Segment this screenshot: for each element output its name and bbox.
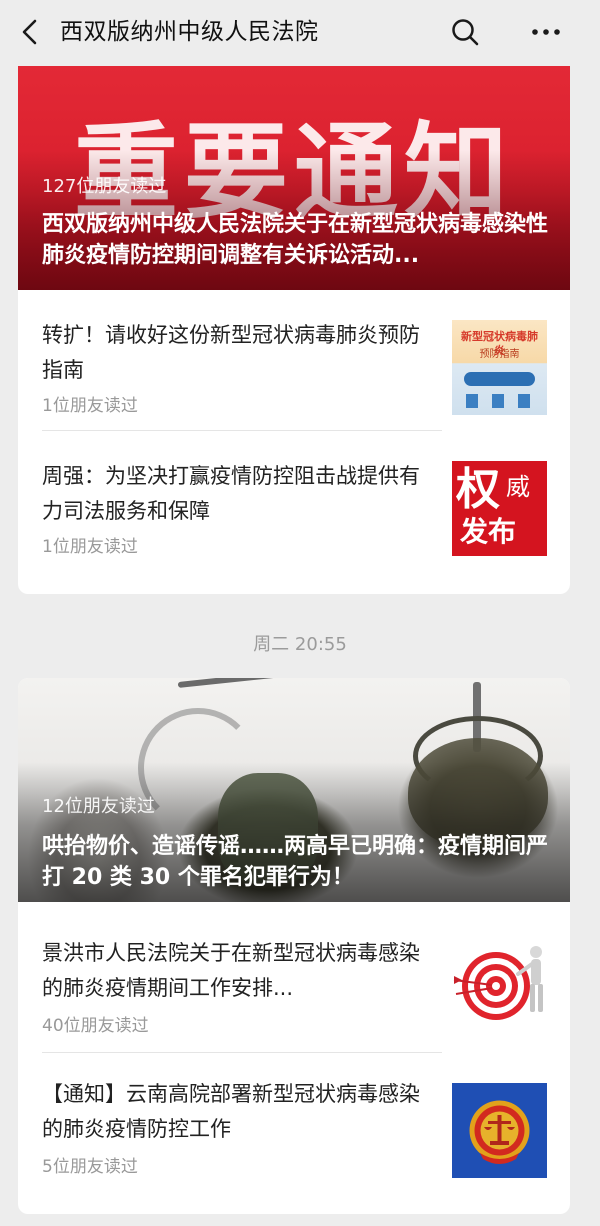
article-title: 周强：为坚决打赢疫情防控阻击战提供有力司法服务和保障 — [42, 464, 420, 523]
article-thumbnail — [452, 1083, 547, 1178]
item-divider — [42, 430, 442, 431]
article-title: 【通知】云南高院部署新型冠状病毒感染的肺炎疫情防控工作 — [42, 1082, 420, 1141]
cover-title: 西双版纳州中级人民法院关于在新型冠状病毒感染性肺炎疫情防控期间调整有关诉讼活动.… — [42, 212, 549, 268]
thumb-char-wei: 威 — [506, 473, 530, 501]
article-card: 12位朋友读过 哄抬物价、造谣传谣……两高早已明确：疫情期间严打 20 类 30… — [18, 678, 570, 1214]
article-title: 景洪市人民法院关于在新型冠状病毒感染的肺炎疫情期间工作安排... — [42, 941, 420, 1000]
chevron-left-icon — [22, 19, 37, 45]
item-divider — [42, 1052, 442, 1053]
target-arrow-icon — [453, 946, 543, 1020]
top-bar: 西双版纳州中级人民法院 — [0, 0, 600, 64]
article-thumbnail: 新型冠状病毒肺炎 预防指南 — [452, 320, 547, 415]
cover-read-count: 127位朋友读过 — [42, 176, 167, 197]
article-thumbnail — [452, 938, 547, 1033]
search-icon — [452, 19, 479, 46]
cover-article[interactable]: 重要通知 127位朋友读过 西双版纳州中级人民法院关于在新型冠状病毒感染性肺炎疫… — [18, 66, 570, 290]
court-emblem-icon — [469, 1100, 530, 1164]
cover-photo-shape — [177, 678, 507, 688]
search-button[interactable] — [445, 12, 485, 52]
article-read-count: 1位朋友读过 — [42, 396, 138, 416]
thumb-char-quan: 权 — [456, 464, 500, 515]
cover-article[interactable]: 12位朋友读过 哄抬物价、造谣传谣……两高早已明确：疫情期间严打 20 类 30… — [18, 678, 570, 902]
article-read-count: 5位朋友读过 — [42, 1157, 138, 1177]
article-read-count: 1位朋友读过 — [42, 537, 138, 557]
thumb-text-fabu: 发布 — [460, 515, 517, 548]
thumb-subheading: 预防指南 — [479, 349, 520, 360]
article-card: 重要通知 127位朋友读过 西双版纳州中级人民法院关于在新型冠状病毒感染性肺炎疫… — [18, 66, 570, 594]
article-title: 转扩！请收好这份新型冠状病毒肺炎预防指南 — [42, 323, 420, 382]
more-button[interactable] — [524, 12, 568, 52]
cover-title: 哄抬物价、造谣传谣……两高早已明确：疫情期间严打 20 类 30 个罪名犯罪行为… — [42, 834, 549, 890]
message-timestamp: 周二 20:55 — [253, 634, 347, 655]
account-title: 西双版纳州中级人民法院 — [60, 19, 319, 45]
article-read-count: 40位朋友读过 — [42, 1016, 149, 1036]
cover-read-count: 12位朋友读过 — [42, 796, 155, 817]
back-button[interactable] — [12, 14, 48, 50]
article-thumbnail: 权 威 发布 — [452, 461, 547, 556]
more-horizontal-icon — [532, 29, 560, 35]
